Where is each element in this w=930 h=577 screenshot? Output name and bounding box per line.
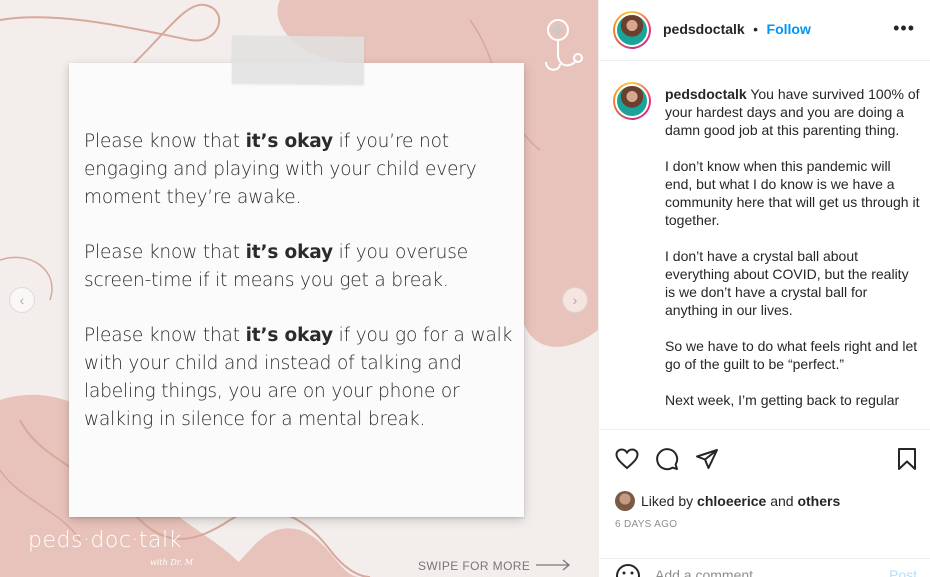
post-image: Please know that it’s okay if you’re not… [0, 0, 598, 577]
next-image-button[interactable]: › [562, 287, 588, 313]
bookmark-icon[interactable] [897, 447, 917, 471]
caption-paragraph: I don’t have a crystal ball about everyt… [665, 248, 909, 318]
stethoscope-icon [545, 19, 583, 71]
liker-username[interactable]: chloeerice [697, 493, 766, 509]
caption: pedsdoctalk You have survived 100% of yo… [665, 85, 921, 427]
avatar[interactable] [613, 11, 651, 49]
chevron-left-icon: ‹ [19, 292, 25, 308]
post-header: pedsdoctalk • Follow ••• [599, 0, 930, 61]
brand-logo: peds·doc·talk [28, 528, 182, 553]
caption-avatar[interactable] [613, 82, 651, 120]
follow-button[interactable]: Follow [767, 21, 811, 37]
share-icon[interactable] [695, 447, 719, 471]
comment-box: Add a comment… Post [599, 558, 930, 577]
arrow-right-icon [536, 559, 571, 571]
caption-paragraph: Next week, I’m getting back to regular [665, 392, 900, 408]
emoji-icon[interactable] [615, 563, 641, 577]
note-paragraph-1: Please know that it’s okay if you’re not… [84, 131, 477, 208]
caption-paragraph: So we have to do what feels right and le… [665, 338, 918, 372]
post-date[interactable]: 6 DAYS AGO [615, 519, 677, 530]
post-sidebar: pedsdoctalk • Follow ••• pedsdoctalk You… [598, 0, 930, 577]
previous-image-button[interactable]: ‹ [9, 287, 35, 313]
caption-username[interactable]: pedsdoctalk [665, 86, 747, 102]
others-link[interactable]: others [797, 493, 840, 509]
brand-signature: with Dr. M [150, 558, 193, 567]
actions-bar: Liked by chloeerice and others 6 DAYS AG… [599, 429, 930, 577]
note-text: Please know that it’s okay if you’re not… [84, 128, 514, 461]
comment-icon[interactable] [655, 447, 679, 471]
swipe-label: SWIPE FOR MORE [418, 559, 531, 573]
more-options-icon[interactable]: ••• [893, 18, 915, 39]
chevron-right-icon: › [572, 292, 578, 308]
comment-input[interactable]: Add a comment… [655, 567, 767, 577]
caption-paragraph: I don’t know when this pandemic will end… [665, 158, 920, 228]
header-username[interactable]: pedsdoctalk [663, 21, 745, 37]
note-paragraph-3: Please know that it’s okay if you go for… [84, 325, 513, 430]
post-comment-button[interactable]: Post [889, 567, 917, 577]
likes-summary: Liked by chloeerice and others [615, 491, 840, 511]
liker-avatar [615, 491, 635, 511]
tape-strip [231, 35, 365, 85]
note-paragraph-2: Please know that it’s okay if you overus… [84, 242, 468, 291]
separator-dot: • [753, 21, 759, 37]
heart-icon[interactable] [615, 447, 639, 471]
